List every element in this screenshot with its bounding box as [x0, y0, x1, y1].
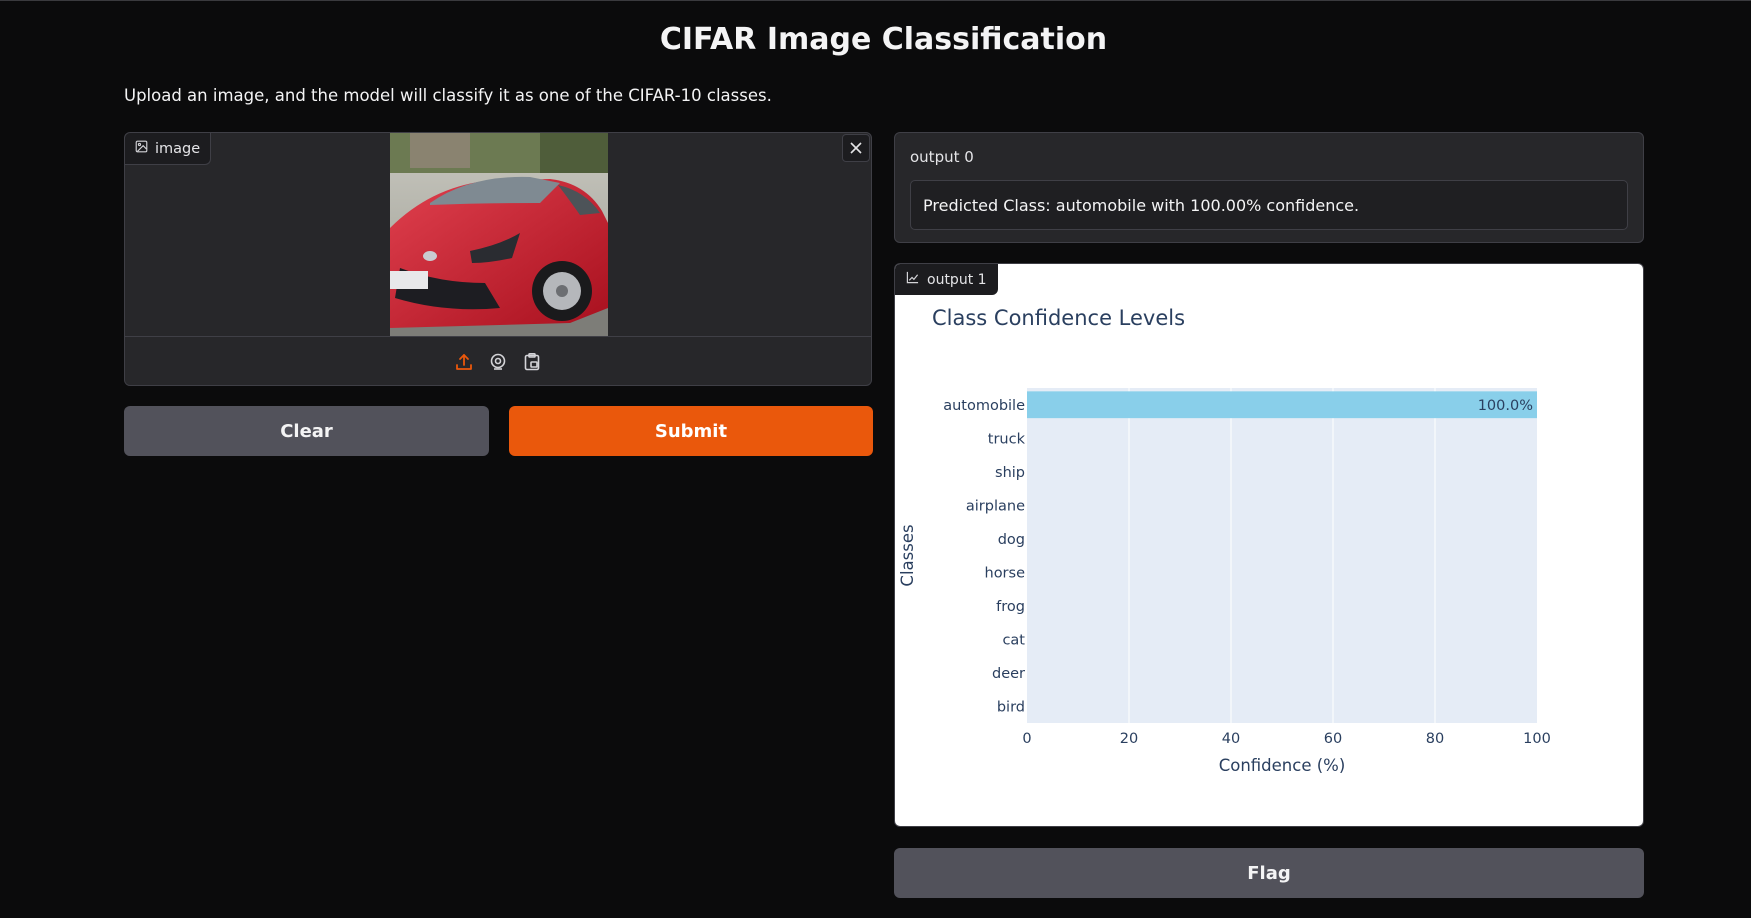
bar-chart: 0 20 40 60 80 100 automobile 100.0% truck ship air… — [898, 388, 1551, 775]
output-1-plot-panel: output 1 Class Confidence Levels 0 20 40 60… — [894, 263, 1644, 827]
webcam-icon[interactable] — [487, 351, 509, 373]
data-label: 100.0% — [1478, 398, 1533, 414]
x-tick-label: 80 — [1426, 731, 1444, 747]
y-tick-label: truck — [988, 431, 1026, 447]
image-icon — [135, 140, 148, 157]
image-input-label-text: image — [155, 140, 201, 157]
clipboard-icon[interactable] — [521, 351, 543, 373]
y-axis-title: Classes — [898, 524, 917, 586]
clear-button[interactable]: Clear — [124, 406, 489, 456]
image-source-toolbar — [125, 336, 871, 386]
x-tick-label: 40 — [1222, 731, 1240, 747]
y-tick-label: automobile — [943, 398, 1025, 414]
plot-area — [1027, 388, 1537, 723]
output-0-textbox[interactable]: Predicted Class: automobile with 100.00%… — [910, 180, 1628, 230]
uploaded-image-preview — [390, 133, 608, 336]
x-tick-label: 60 — [1324, 731, 1342, 747]
output-0-label: output 0 — [910, 148, 974, 166]
y-tick-label: dog — [998, 532, 1025, 548]
x-tick-label: 0 — [1022, 731, 1031, 747]
bar — [1027, 391, 1537, 419]
close-icon[interactable] — [842, 134, 870, 162]
y-tick-label: ship — [995, 465, 1025, 481]
top-border — [0, 0, 1751, 1]
submit-button[interactable]: Submit — [509, 406, 873, 456]
y-tick-label: frog — [996, 599, 1025, 615]
output-0-panel: output 0 Predicted Class: automobile wit… — [894, 132, 1644, 243]
x-tick-label: 100 — [1523, 731, 1551, 747]
y-tick-label: deer — [992, 666, 1025, 682]
x-axis-title: Confidence (%) — [1219, 756, 1346, 775]
y-tick-label: cat — [1002, 632, 1025, 648]
y-tick-label: airplane — [966, 498, 1025, 514]
y-tick-label: bird — [997, 699, 1025, 715]
page-title: CIFAR Image Classification — [659, 22, 1108, 57]
y-tick-label: horse — [985, 565, 1026, 581]
page-description: Upload an image, and the model will clas… — [124, 86, 772, 105]
image-input-panel[interactable]: image — [124, 132, 872, 386]
upload-icon[interactable] — [453, 351, 475, 373]
x-tick-label: 20 — [1120, 731, 1138, 747]
image-input-label: image — [125, 133, 212, 165]
flag-button[interactable]: Flag — [894, 848, 1644, 898]
